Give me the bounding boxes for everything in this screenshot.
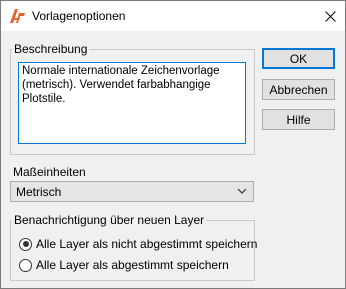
radio-button[interactable] (19, 237, 32, 251)
help-button[interactable]: Hilfe (262, 109, 335, 130)
layer-notification-group-label: Benachrichtigung über neuen Layer (12, 213, 207, 227)
close-icon (324, 10, 336, 22)
ok-button[interactable]: OK (262, 48, 335, 69)
units-label: Maßeinheiten (13, 165, 86, 179)
radio-label: Alle Layer als nicht abgestimmt speicher… (36, 237, 258, 251)
radio-save-unreconciled[interactable]: Alle Layer als nicht abgestimmt speicher… (19, 236, 257, 252)
description-group-label: Beschreibung (12, 42, 90, 56)
app-icon (10, 9, 25, 23)
units-select[interactable]: Metrisch (10, 181, 254, 202)
title-bar[interactable]: Vorlagenoptionen (1, 1, 345, 31)
radio-label: Alle Layer als abgestimmt speichern (36, 258, 229, 272)
radio-button[interactable] (19, 258, 32, 272)
description-textarea[interactable]: Normale internationale Zeichenvorlage (m… (18, 62, 246, 144)
close-button[interactable] (315, 1, 345, 31)
cancel-button[interactable]: Abbrechen (262, 79, 335, 100)
chevron-down-icon (237, 188, 247, 194)
radio-save-reconciled[interactable]: Alle Layer als abgestimmt speichern (19, 257, 229, 273)
units-selected-value: Metrisch (16, 185, 62, 199)
template-options-dialog: Vorlagenoptionen Beschreibung Normale in… (0, 0, 346, 289)
window-title: Vorlagenoptionen (32, 9, 126, 23)
